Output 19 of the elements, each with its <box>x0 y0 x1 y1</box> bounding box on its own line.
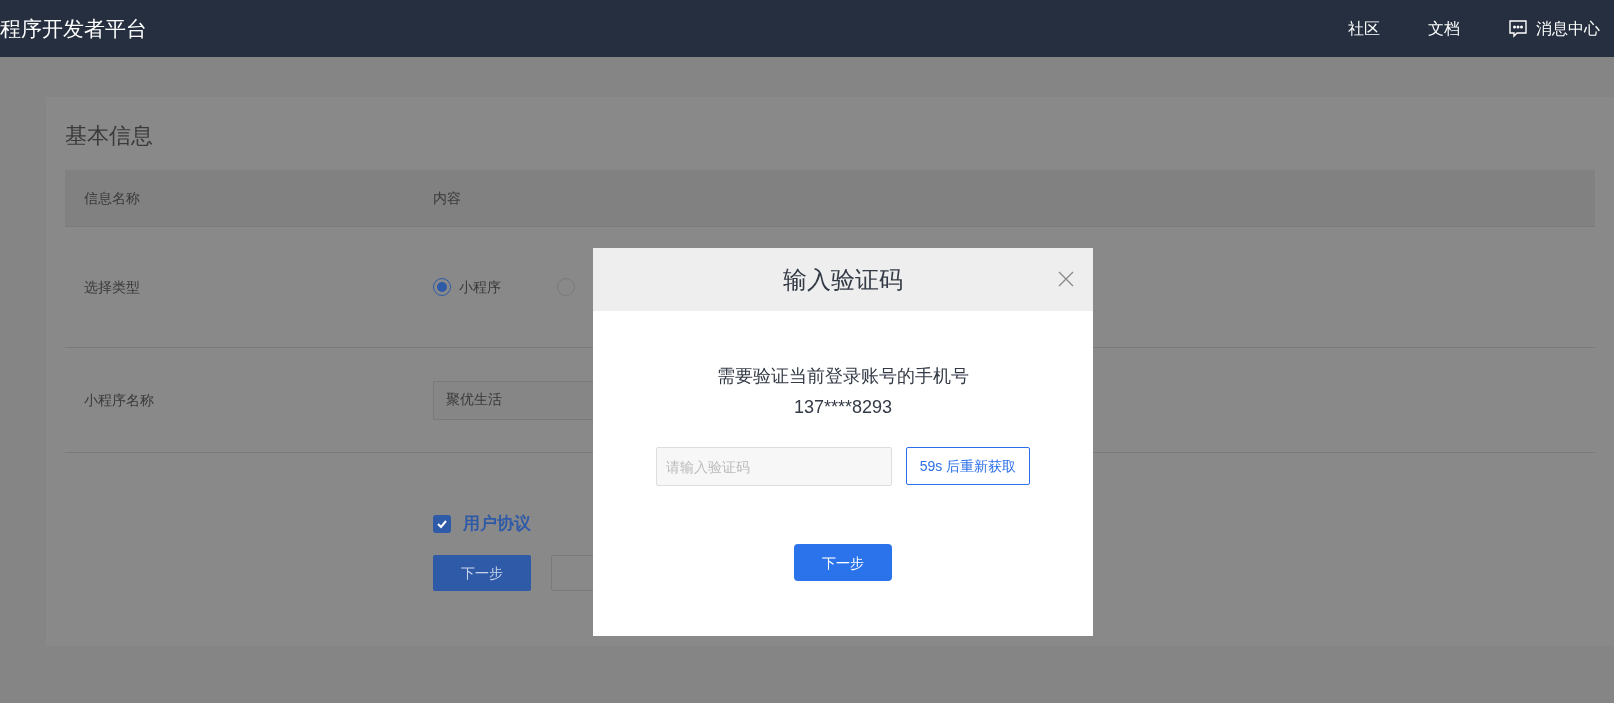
next-button[interactable]: 下一步 <box>433 554 531 591</box>
messages-link[interactable]: 消息中心 <box>1508 16 1600 41</box>
column-header: 信息名称 <box>83 189 141 208</box>
section-title: 基本信息 <box>65 122 154 150</box>
nav-link[interactable]: 文档 <box>1428 16 1460 41</box>
row-label: 小程序名称 <box>83 391 155 410</box>
column-header: 内容 <box>433 189 461 208</box>
phone-number: 137****8293 <box>793 396 893 419</box>
radio-label: 小程序 <box>459 278 501 297</box>
platform-title: 程序开发者平台 <box>0 15 147 42</box>
chat-icon <box>1508 19 1528 38</box>
dialog-next-button[interactable]: 下一步 <box>794 544 892 581</box>
dialog-title: 输入验证码 <box>783 264 903 295</box>
resend-button[interactable]: 59s 后重新获取 <box>906 447 1030 485</box>
nav-link[interactable]: 社区 <box>1348 16 1380 41</box>
close-icon[interactable] <box>1058 271 1074 287</box>
code-field[interactable]: 请输入验证码 <box>656 447 892 486</box>
row-label: 选择类型 <box>83 278 141 297</box>
checkbox[interactable] <box>433 514 451 533</box>
